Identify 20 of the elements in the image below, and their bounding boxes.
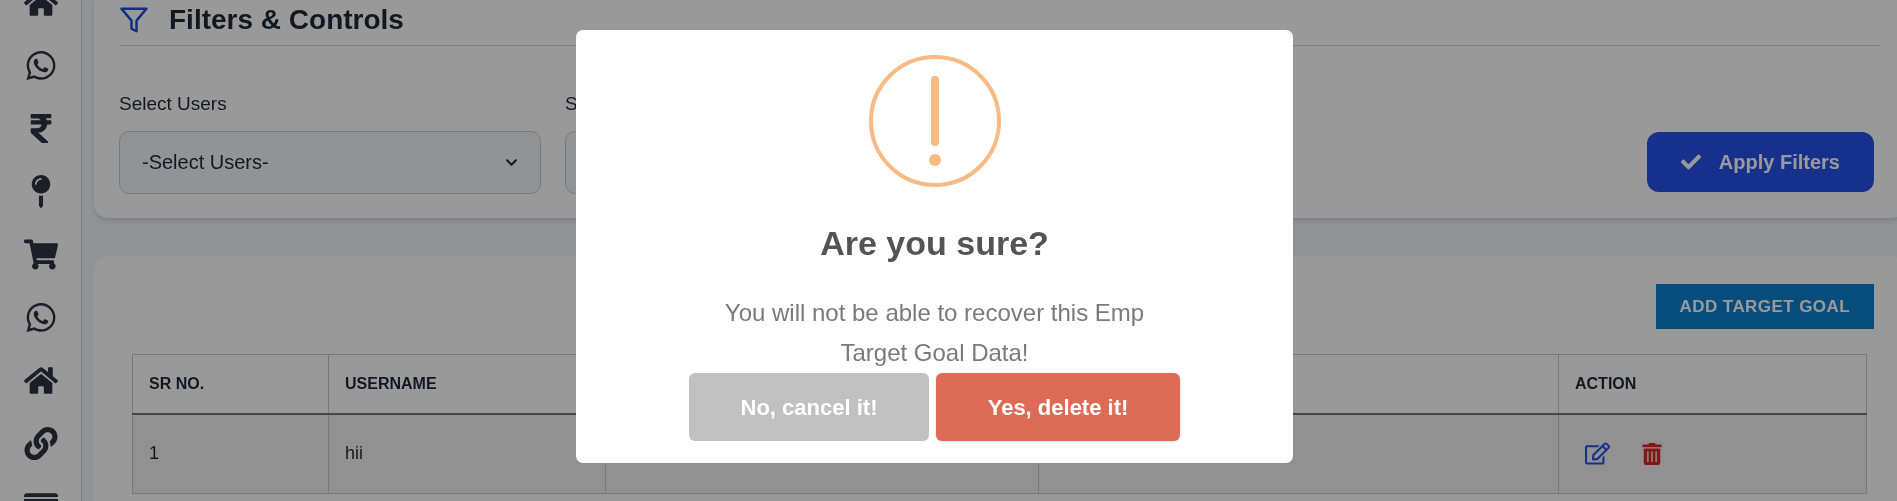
table-cell: 1 bbox=[132, 413, 329, 494]
add-target-goal-button[interactable]: ADD TARGET GOAL bbox=[1655, 284, 1874, 329]
dialog-title: Are you sure? bbox=[820, 223, 1049, 264]
filter-label: Select Users bbox=[119, 92, 228, 116]
apply-filters-button[interactable]: Apply Filters bbox=[1646, 131, 1874, 192]
column-header: SR NO. bbox=[132, 354, 329, 414]
link-icon[interactable] bbox=[23, 427, 58, 460]
edit-icon[interactable] bbox=[1585, 441, 1610, 467]
warning-icon bbox=[867, 54, 1002, 188]
card-title: Filters & Controls bbox=[169, 5, 404, 34]
column-header: ACTION bbox=[1558, 354, 1867, 414]
filter-label: S bbox=[565, 92, 579, 116]
select-value: -Select Users- bbox=[142, 150, 269, 175]
cart-icon[interactable] bbox=[23, 238, 58, 271]
dialog-message: You will not be able to recover this Emp Target Goal Data! bbox=[723, 298, 1146, 368]
delete-icon[interactable] bbox=[1642, 442, 1662, 465]
cancel-button[interactable]: No, cancel it! bbox=[689, 373, 929, 441]
select-field[interactable]: -Select Users- bbox=[119, 130, 541, 194]
home-icon[interactable] bbox=[23, 364, 58, 397]
confirm-delete-button[interactable]: Yes, delete it! bbox=[936, 373, 1180, 441]
